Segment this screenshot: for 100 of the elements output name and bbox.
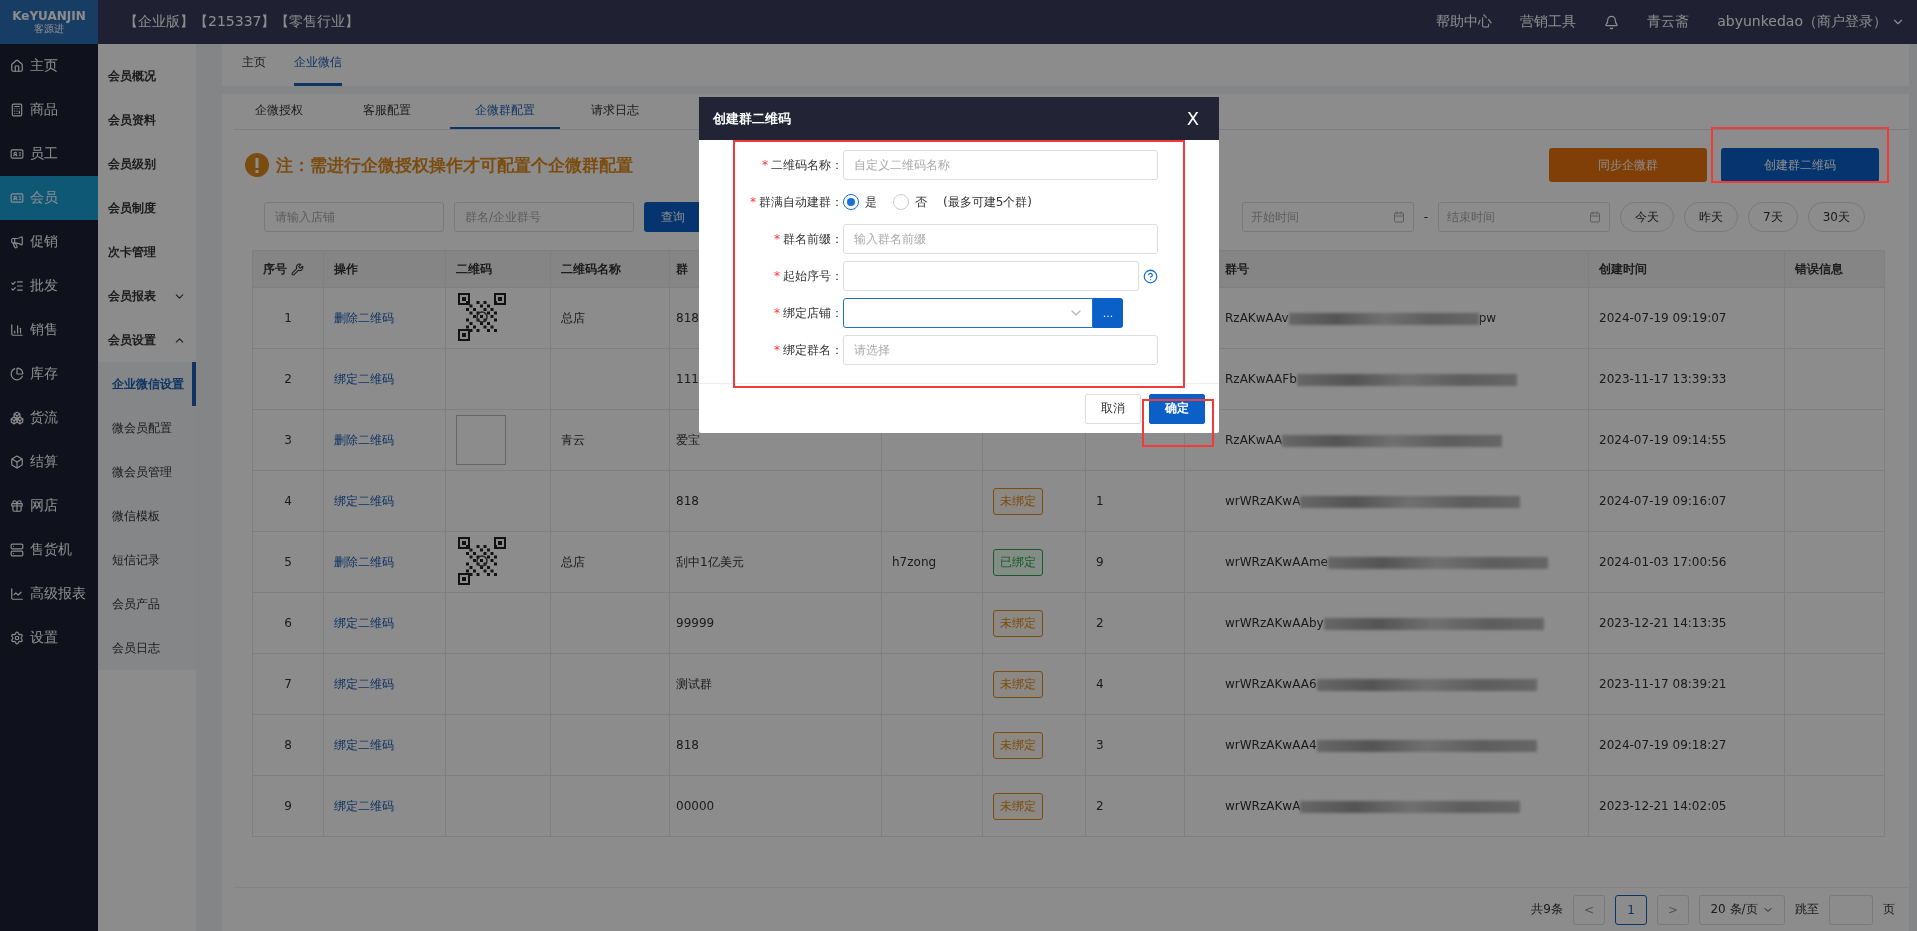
sub-tab[interactable]: 客服配置: [324, 94, 450, 129]
nav-item[interactable]: 高级报表: [0, 572, 98, 616]
nav-icon: [10, 59, 24, 73]
subnav-item[interactable]: 会员级别: [98, 142, 196, 186]
qr-code-icon: [456, 534, 508, 587]
quick-range-button[interactable]: 昨天: [1684, 202, 1739, 232]
subnav-item[interactable]: 会员制度: [98, 186, 196, 230]
row-action-link[interactable]: 绑定二维码: [334, 615, 394, 630]
warning-icon: [244, 152, 270, 178]
subnav-child[interactable]: 企业微信设置: [98, 362, 196, 406]
quick-range-button[interactable]: 30天: [1807, 202, 1865, 232]
wrench-icon[interactable]: [291, 262, 304, 276]
group-id-text: RzAKwAAFb: [1225, 372, 1297, 386]
subnav-child[interactable]: 短信记录: [98, 538, 196, 582]
group-id-text: pw: [1478, 311, 1497, 325]
subnav-child[interactable]: 会员产品: [98, 582, 196, 626]
nav-item[interactable]: 网店: [0, 484, 98, 528]
sub-tab[interactable]: 企微授权: [234, 94, 324, 129]
dialog-button[interactable]: 确定: [1149, 393, 1205, 424]
subnav-child[interactable]: 微会员管理: [98, 450, 196, 494]
input-field[interactable]: [843, 261, 1139, 291]
nav-item[interactable]: 货流: [0, 396, 98, 440]
nav-icon: [10, 367, 24, 381]
nav-item[interactable]: 售货机: [0, 528, 98, 572]
table-cell: 99999: [669, 592, 882, 654]
radio-option[interactable]: 否: [893, 193, 927, 211]
input-field[interactable]: 自定义二维码名称: [843, 150, 1158, 180]
nav-item[interactable]: 库存: [0, 352, 98, 396]
row-action-link[interactable]: 绑定二维码: [334, 371, 394, 386]
nav-item[interactable]: 主页: [0, 44, 98, 88]
subnav-item[interactable]: 会员设置: [98, 318, 196, 362]
broken-image-icon: [456, 415, 506, 465]
edition-label: 【企业版】【215337】【零售行业】: [124, 13, 360, 31]
status-tag: 未绑定: [993, 609, 1043, 637]
store-select[interactable]: [843, 298, 1093, 328]
subnav-label: 会员级别: [108, 155, 156, 173]
header-link[interactable]: 帮助中心: [1436, 13, 1493, 31]
close-button[interactable]: X: [1180, 107, 1205, 130]
dialog-button[interactable]: 取消: [1085, 393, 1141, 424]
nav-item[interactable]: 商品: [0, 88, 98, 132]
row-action-link[interactable]: 删除二维码: [334, 554, 394, 569]
nav-item[interactable]: 结算: [0, 440, 98, 484]
table-cell: 3: [252, 409, 324, 471]
table-cell: 刮中1亿美元: [669, 531, 882, 593]
page-size-select[interactable]: 20 条/页: [1699, 894, 1785, 925]
field-label: 绑定店铺：: [783, 305, 843, 320]
required-mark: *: [774, 231, 780, 246]
jump-label: 跳至: [1795, 901, 1819, 918]
nav-item[interactable]: 销售: [0, 308, 98, 352]
shop-name[interactable]: 青云斋: [1647, 13, 1690, 31]
table-cell: 2024-07-19 09:16:07: [1588, 470, 1785, 532]
row-action-link[interactable]: 绑定二维码: [334, 737, 394, 752]
status-tag: 已绑定: [993, 548, 1043, 576]
quick-range-button[interactable]: 7天: [1748, 202, 1798, 232]
subnav-child[interactable]: 微信模板: [98, 494, 196, 538]
page-tab[interactable]: 主页: [242, 54, 266, 86]
subnav-child[interactable]: 会员日志: [98, 626, 196, 670]
field-label: 起始序号：: [783, 268, 843, 283]
nav-item[interactable]: 促销: [0, 220, 98, 264]
action-button[interactable]: 创建群二维码: [1721, 148, 1879, 182]
nav-item[interactable]: 批发: [0, 264, 98, 308]
page-tab[interactable]: 企业微信: [294, 54, 342, 86]
required-mark: *: [774, 268, 780, 283]
help-icon[interactable]: [1143, 268, 1158, 284]
input-field[interactable]: 输入群名前缀: [843, 224, 1158, 254]
nav-icon: [10, 191, 24, 205]
status-tag: 未绑定: [993, 731, 1043, 759]
required-mark: *: [750, 194, 756, 209]
radio-option[interactable]: 是: [843, 193, 877, 211]
header-link[interactable]: 营销工具: [1520, 13, 1577, 31]
search-button[interactable]: 查询: [644, 202, 702, 232]
nav-icon: [10, 587, 24, 601]
nav-icon: [10, 631, 24, 645]
input-field[interactable]: 请选择: [843, 335, 1158, 365]
subnav-item[interactable]: 会员报表: [98, 274, 196, 318]
column-header: 错误信息: [1784, 250, 1885, 288]
table-cell: 818: [669, 714, 882, 776]
row-action-link[interactable]: 删除二维码: [334, 310, 394, 325]
sub-tab[interactable]: 企微群配置: [450, 94, 560, 129]
row-action-link[interactable]: 绑定二维码: [334, 493, 394, 508]
row-action-link[interactable]: 绑定二维码: [334, 676, 394, 691]
subnav-item[interactable]: 会员资料: [98, 98, 196, 142]
subnav-item[interactable]: 次卡管理: [98, 230, 196, 274]
nav-icon: [10, 543, 24, 557]
sub-tab[interactable]: 请求日志: [560, 94, 670, 129]
group-id-text: wrWRzAKwA: [1225, 799, 1301, 813]
page-button[interactable]: 1: [1615, 894, 1647, 925]
group-id-text: wrWRzAKwAA4: [1225, 738, 1317, 752]
account-name[interactable]: abyunkedao（商户登录）: [1717, 13, 1887, 31]
quick-range-button[interactable]: 今天: [1620, 202, 1675, 232]
status-tag: 未绑定: [993, 792, 1043, 820]
subnav-item[interactable]: 会员概况: [98, 54, 196, 98]
column-header: 二维码名称: [550, 250, 670, 288]
row-action-link[interactable]: 删除二维码: [334, 432, 394, 447]
nav-item[interactable]: 员工: [0, 132, 98, 176]
subnav-child[interactable]: 微会员配置: [98, 406, 196, 450]
more-button[interactable]: ...: [1093, 298, 1123, 328]
bell-icon[interactable]: [1604, 14, 1620, 30]
nav-item[interactable]: 设置: [0, 616, 98, 660]
row-action-link[interactable]: 绑定二维码: [334, 798, 394, 813]
